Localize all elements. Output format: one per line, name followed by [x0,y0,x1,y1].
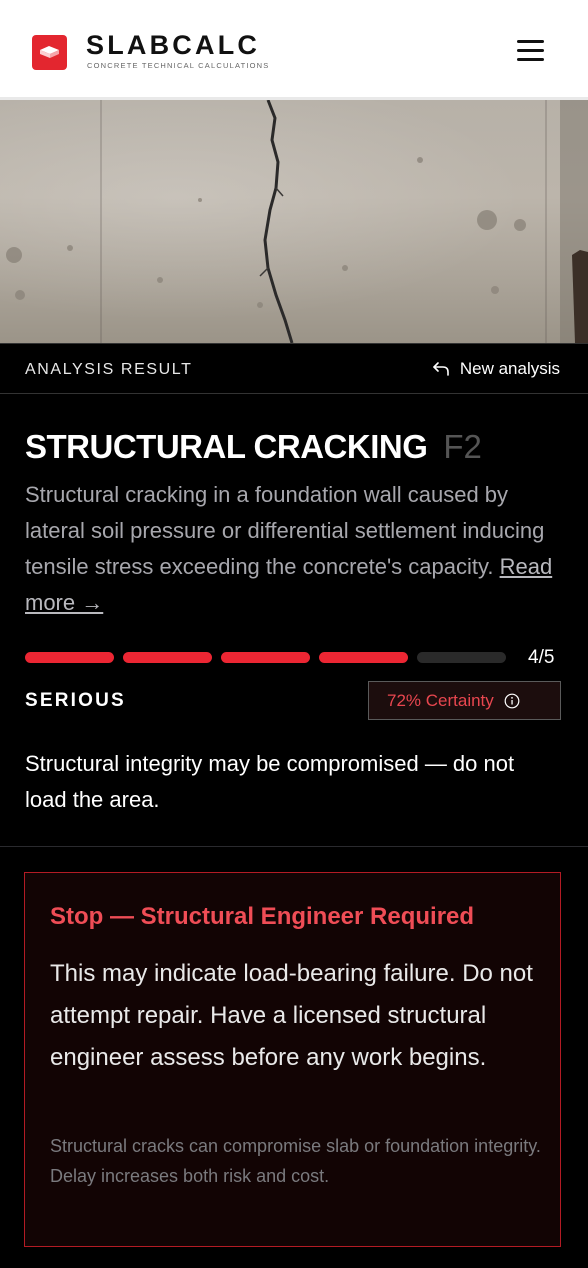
severity-segment [25,652,114,663]
engineer-warning-box: Stop — Structural Engineer Required This… [24,872,561,1247]
hamburger-menu-icon[interactable] [514,36,546,64]
warning-body: This may indicate load-bearing failure. … [50,960,533,1071]
result-code: F2 [443,428,482,465]
analysis-result-bar: ANALYSIS RESULT New analysis [0,343,588,394]
certainty-text: 72% Certainty [387,690,494,710]
new-analysis-label: New analysis [459,359,560,378]
brand-tagline: CONCRETE TECHNICAL CALCULATIONS [87,61,270,70]
concrete-slab-icon[interactable] [32,35,67,70]
description-text: Structural cracking in a foundation wall… [25,482,545,579]
crack-photo [0,100,588,343]
result-title: STRUCTURAL CRACKING [25,428,428,465]
section-divider [0,846,588,847]
analysis-result-label: ANALYSIS RESULT [25,361,193,378]
severity-segment [319,652,408,663]
severity-count: 4/5 [528,647,555,668]
info-icon[interactable] [504,693,520,709]
impact-statement: Structural integrity may be compromised … [25,751,515,812]
certainty-badge[interactable]: 72% Certainty [368,681,561,720]
severity-segment [221,652,310,663]
new-analysis-button[interactable]: New analysis [432,359,560,379]
result-title-row: STRUCTURAL CRACKING F2 [25,428,482,466]
result-description: Structural cracking in a foundation wall… [25,477,565,621]
severity-label: SERIOUS [25,690,126,711]
warning-title: Stop — Structural Engineer Required [50,903,475,930]
severity-segment [417,652,506,663]
app-header: SLABCALC CONCRETE TECHNICAL CALCULATIONS [0,0,588,100]
brand-name[interactable]: SLABCALC [86,30,260,60]
undo-arrow-icon [433,362,449,376]
severity-meter [25,652,506,663]
severity-segment [123,652,212,663]
warning-note: Structural cracks can compromise slab or… [50,1136,541,1186]
